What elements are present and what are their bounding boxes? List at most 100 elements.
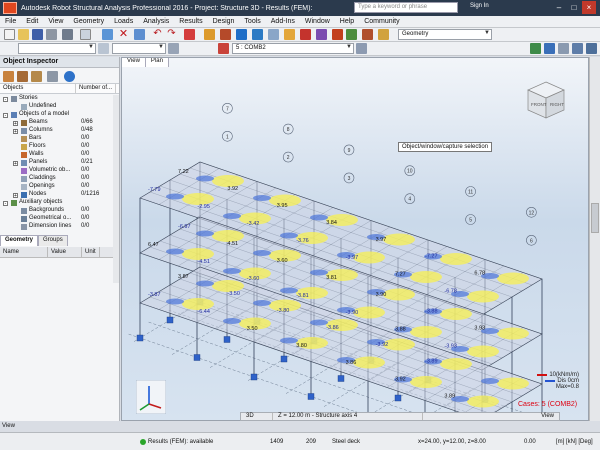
preferences-icon[interactable] <box>378 29 389 40</box>
menu-community[interactable]: Community <box>359 18 404 25</box>
view-position[interactable]: Z = 12.00 m - Structure axis 4 <box>273 413 423 420</box>
status-ok-icon <box>140 439 146 445</box>
app-icon[interactable] <box>3 2 17 14</box>
moment-patch-positive <box>410 271 442 283</box>
prop-column-name[interactable]: Name <box>0 247 48 257</box>
tree-item-count: 0/0 <box>81 151 90 157</box>
screen-capture-icon[interactable] <box>252 29 263 40</box>
save-icon[interactable] <box>32 29 43 40</box>
menu-add-ins[interactable]: Add-Ins <box>266 18 300 25</box>
menu-loads[interactable]: Loads <box>109 18 138 25</box>
open-folder-icon[interactable] <box>18 29 29 40</box>
structure-view[interactable]: View Plan 1 2 3 4 5 6 7 8 9 10 11 12 -7.79 7.22 -2.95 3… <box>121 57 589 421</box>
prop-column-value[interactable]: Value <box>48 247 82 257</box>
expand-icon[interactable]: + <box>13 193 18 199</box>
wrench-icon[interactable] <box>362 29 373 40</box>
new-file-icon[interactable] <box>4 29 15 40</box>
close-icon[interactable]: × <box>582 1 596 14</box>
design-icon[interactable] <box>346 29 357 40</box>
expand-icon[interactable]: + <box>13 129 18 135</box>
menu-analysis[interactable]: Analysis <box>138 18 174 25</box>
moment-patch-negative <box>196 230 214 237</box>
zoom-icon[interactable] <box>586 43 597 54</box>
view-scrollbar[interactable] <box>589 57 600 421</box>
expand-icon[interactable]: + <box>13 161 18 167</box>
load-case-select[interactable]: 5 : COMB2 ▼ <box>232 43 354 54</box>
tab-geometry[interactable]: Geometry <box>0 235 39 246</box>
case-list-icon[interactable] <box>356 43 367 54</box>
help-icon[interactable] <box>300 29 311 40</box>
redo-icon[interactable]: ↷ <box>166 29 177 40</box>
menu-tools[interactable]: Tools <box>239 18 265 25</box>
tree-item-icon <box>21 168 27 174</box>
prop-column-unit[interactable]: Unit <box>82 247 100 257</box>
section-icon[interactable] <box>220 29 231 40</box>
tree-item-count: 0/0 <box>81 135 90 141</box>
view-xy-icon[interactable] <box>572 43 583 54</box>
inspector-settings-icon[interactable] <box>47 71 58 82</box>
maximize-icon[interactable]: □ <box>567 1 581 14</box>
cursor-coordinates: x=24.00, y=12.00, z=8.00 <box>418 439 486 445</box>
case-icon[interactable] <box>218 43 229 54</box>
viewcube-icon[interactable]: FRONT RIGHT <box>526 80 566 120</box>
print-preview-icon[interactable] <box>62 29 73 40</box>
loads-icon[interactable] <box>204 29 215 40</box>
menu-file[interactable]: File <box>0 18 21 25</box>
layout-select[interactable]: Geometry ▼ <box>398 29 492 40</box>
structure-model[interactable]: 123456789101112-7.797.22-2.953.92-3.423.… <box>122 58 589 421</box>
sign-in-link[interactable]: Sign In <box>470 3 489 9</box>
results-map-icon[interactable] <box>332 29 343 40</box>
result-value-label: 3.97 <box>376 237 387 243</box>
inspector-funnel-icon[interactable] <box>17 71 28 82</box>
support-icon <box>193 354 201 361</box>
moment-patch-positive <box>440 253 472 265</box>
results-status-text: Results (FEM): available <box>148 439 214 445</box>
tree-item-label: Panels <box>29 159 48 165</box>
filter-icon[interactable] <box>168 43 179 54</box>
table-icon[interactable] <box>268 29 279 40</box>
collapse-icon[interactable]: - <box>3 97 8 103</box>
view-mode[interactable]: 3D <box>241 413 273 420</box>
menu-help[interactable]: Help <box>335 18 359 25</box>
inspector-filter-icon[interactable] <box>3 71 14 82</box>
search-input[interactable]: Type a keyword or phrase <box>354 2 458 13</box>
tree-item-label: Openings <box>29 183 55 189</box>
inspector-tools-icon[interactable] <box>31 71 42 82</box>
tree-item[interactable]: Dimension lines 0/0 <box>0 223 113 232</box>
collapse-icon[interactable]: - <box>3 113 8 119</box>
select-list-icon[interactable] <box>98 43 109 54</box>
display-icon[interactable] <box>236 29 247 40</box>
select-icon[interactable] <box>134 29 145 40</box>
undo-icon[interactable]: ↶ <box>152 29 163 40</box>
inspector-column-headers: Objects Number of... <box>0 84 119 94</box>
column-number[interactable]: Number of... <box>76 84 117 93</box>
tab-groups[interactable]: Groups <box>38 235 68 246</box>
menu-geometry[interactable]: Geometry <box>68 18 109 25</box>
inspector-help-icon[interactable] <box>64 71 75 82</box>
menu-window[interactable]: Window <box>300 18 335 25</box>
calculation-icon[interactable] <box>184 29 195 40</box>
column-objects[interactable]: Objects <box>0 84 76 93</box>
collapse-icon[interactable]: - <box>3 201 8 207</box>
view-yz-icon[interactable] <box>558 43 569 54</box>
inspector-scrollbar[interactable] <box>113 95 119 283</box>
copy-icon[interactable] <box>80 29 91 40</box>
viewcube-front-label: FRONT <box>531 102 547 107</box>
menu-design[interactable]: Design <box>208 18 240 25</box>
expand-icon[interactable]: + <box>13 121 18 127</box>
menu-view[interactable]: View <box>43 18 68 25</box>
delete-icon[interactable]: ✕ <box>118 29 129 40</box>
menu-edit[interactable]: Edit <box>21 18 43 25</box>
cases-label: Cases: 5 (COMB2) <box>518 401 578 408</box>
materials-icon[interactable] <box>316 29 327 40</box>
view-3d-icon[interactable] <box>530 43 541 54</box>
filter-combo[interactable]: ▼ <box>112 43 166 54</box>
print-icon[interactable] <box>46 29 57 40</box>
view-xz-icon[interactable] <box>544 43 555 54</box>
report-icon[interactable] <box>284 29 295 40</box>
menu-results[interactable]: Results <box>174 18 207 25</box>
units-label[interactable]: [m] [kN] [Deg] <box>556 439 593 445</box>
selection-combo[interactable]: ▼ <box>18 43 96 54</box>
minimize-icon[interactable]: – <box>552 1 566 14</box>
clipboard-icon[interactable] <box>102 29 113 40</box>
